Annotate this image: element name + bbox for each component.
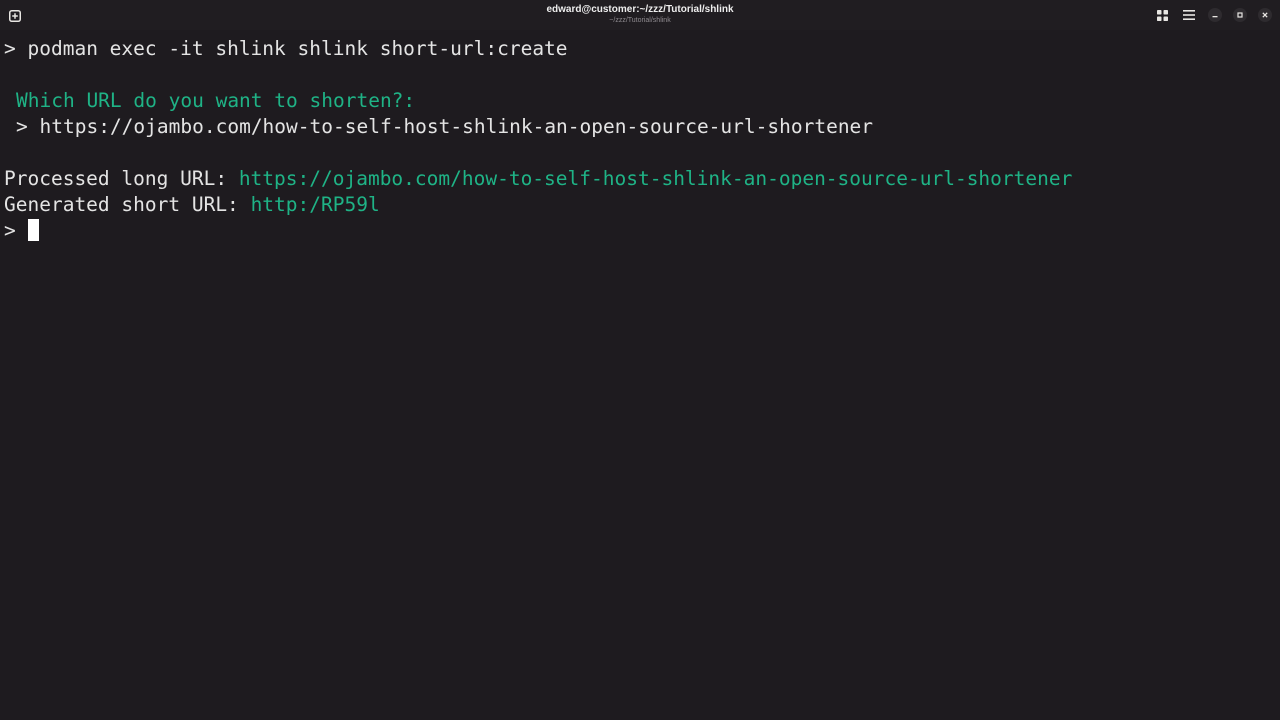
prompt-symbol: > — [4, 37, 16, 60]
generated-url-line: Generated short URL: http:/RP59l — [4, 192, 380, 218]
minimize-icon[interactable] — [1208, 8, 1222, 22]
answer-prompt: > — [16, 115, 28, 138]
grid-icon[interactable] — [1154, 7, 1170, 23]
processed-url-label: Processed long URL: — [4, 167, 228, 190]
input-prompt-line[interactable]: > — [4, 218, 39, 244]
hamburger-menu-icon[interactable] — [1181, 7, 1197, 23]
command-line: > podman exec -it shlink shlink short-ur… — [4, 36, 568, 62]
close-icon[interactable] — [1258, 8, 1272, 22]
window-title: edward@customer:~/zzz/Tutorial/shlink — [546, 4, 734, 15]
text-cursor — [27, 219, 39, 241]
processed-url-line: Processed long URL: https://ojambo.com/h… — [4, 166, 1072, 192]
window-subtitle: ~/zzz/Tutorial/shlink — [609, 17, 671, 24]
window-title-group: edward@customer:~/zzz/Tutorial/shlink ~/… — [0, 4, 1280, 25]
terminal-output[interactable]: > podman exec -it shlink shlink short-ur… — [0, 30, 1280, 720]
answer-line: > https://ojambo.com/how-to-self-host-sh… — [16, 114, 873, 140]
question-line: Which URL do you want to shorten?: — [16, 89, 416, 112]
answer-text: https://ojambo.com/how-to-self-host-shli… — [39, 115, 874, 138]
final-prompt-symbol: > — [4, 219, 16, 242]
generated-url-value: http:/RP59l — [250, 193, 380, 216]
title-bar: edward@customer:~/zzz/Tutorial/shlink ~/… — [0, 0, 1280, 30]
terminal-window: edward@customer:~/zzz/Tutorial/shlink ~/… — [0, 0, 1280, 720]
new-tab-icon[interactable] — [9, 9, 21, 22]
generated-url-label: Generated short URL: — [4, 193, 239, 216]
processed-url-value: https://ojambo.com/how-to-self-host-shli… — [238, 167, 1073, 190]
maximize-icon[interactable] — [1233, 8, 1247, 22]
command-text: podman exec -it shlink shlink short-url:… — [27, 37, 568, 60]
